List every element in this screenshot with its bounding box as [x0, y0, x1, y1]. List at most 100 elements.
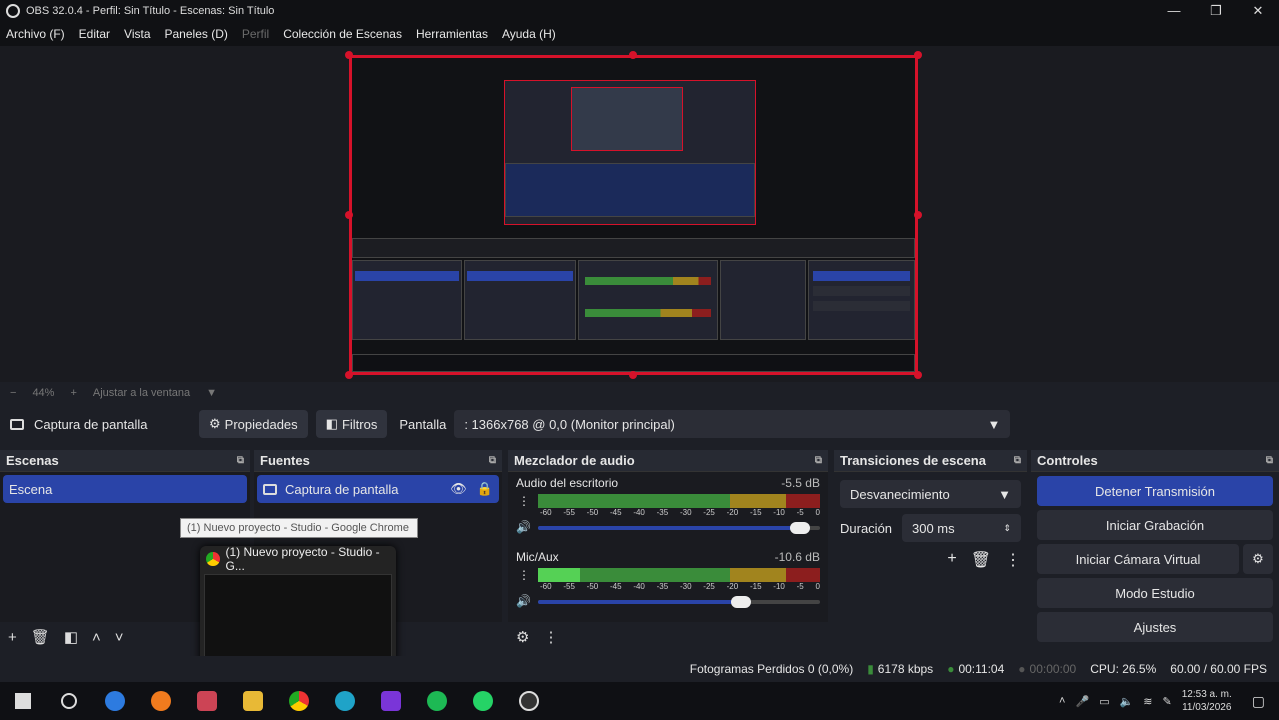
- volume-icon[interactable]: 🔈: [1120, 695, 1134, 708]
- whatsapp-icon[interactable]: [460, 682, 506, 720]
- screen-label: Pantalla: [399, 416, 447, 432]
- controls-title: Controles: [1037, 453, 1098, 468]
- menu-archivo[interactable]: Archivo (F): [6, 27, 65, 41]
- resize-handle-l[interactable]: [345, 211, 353, 219]
- transition-select[interactable]: Desvanecimiento ▼: [840, 480, 1021, 508]
- resize-handle-b[interactable]: [629, 371, 637, 379]
- undock-icon[interactable]: ⧉: [815, 455, 822, 466]
- start-recording-button[interactable]: Iniciar Grabación: [1037, 510, 1273, 540]
- fit-to-window[interactable]: Ajustar a la ventana: [93, 387, 190, 399]
- source-toolbar: Captura de pantalla ⚙ Propiedades ◧ Filt…: [0, 404, 1279, 444]
- trash-icon[interactable]: 🗑: [31, 628, 50, 646]
- screen-select[interactable]: : 1366x768 @ 0,0 (Monitor principal) ▼: [454, 410, 1011, 438]
- menu-ayuda[interactable]: Ayuda (H): [502, 27, 556, 41]
- preview-canvas[interactable]: [349, 55, 918, 375]
- resize-handle-tr[interactable]: [914, 51, 922, 59]
- sources-title: Fuentes: [260, 453, 310, 468]
- notifications-icon[interactable]: ▢: [1252, 693, 1265, 710]
- signal-bars-icon: ▮: [867, 662, 874, 676]
- maximize-button[interactable]: ❐: [1195, 0, 1237, 22]
- clipchamp-icon[interactable]: [368, 682, 414, 720]
- kebab-menu-icon[interactable]: ⋮: [518, 494, 530, 508]
- volume-meter: [538, 568, 820, 582]
- volume-slider[interactable]: [538, 596, 820, 608]
- clock[interactable]: 12:53 a. m. 11/03/2026: [1182, 688, 1232, 714]
- media-player-icon[interactable]: [184, 682, 230, 720]
- list-item[interactable]: Captura de pantalla 👁 🔒: [257, 475, 499, 503]
- filter-icon[interactable]: ◧: [64, 628, 78, 646]
- zoom-out-button[interactable]: −: [10, 387, 16, 399]
- transitions-body: Desvanecimiento ▼ Duración 300 ms ⇕ + 🗑 …: [840, 480, 1021, 570]
- menu-herramientas[interactable]: Herramientas: [416, 27, 488, 41]
- close-button[interactable]: ✕: [1237, 0, 1279, 22]
- settings-button[interactable]: Ajustes: [1037, 612, 1273, 642]
- transitions-dock: Transiciones de escena ⧉ Desvanecimiento…: [834, 450, 1027, 652]
- speaker-icon[interactable]: 🔊: [516, 594, 531, 608]
- menu-editar[interactable]: Editar: [79, 27, 110, 41]
- menu-perfil[interactable]: Perfil: [242, 27, 269, 41]
- chevron-down-icon: ▼: [987, 416, 1001, 432]
- file-explorer-icon[interactable]: [230, 682, 276, 720]
- lock-icon[interactable]: 🔒: [477, 481, 493, 497]
- filters-button[interactable]: ◧ Filtros: [315, 410, 388, 438]
- chevron-down-icon[interactable]: ▼: [206, 387, 217, 399]
- chrome-icon[interactable]: [276, 682, 322, 720]
- add-icon[interactable]: +: [8, 629, 17, 646]
- menu-paneles[interactable]: Paneles (D): [165, 27, 228, 41]
- speaker-icon[interactable]: 🔊: [516, 520, 531, 534]
- kebab-menu-icon[interactable]: ⋮: [1005, 550, 1021, 570]
- trash-icon[interactable]: 🗑: [971, 550, 991, 570]
- search-icon[interactable]: [46, 682, 92, 720]
- spotify-icon[interactable]: [414, 682, 460, 720]
- menu-coleccion-escenas[interactable]: Colección de Escenas: [283, 27, 402, 41]
- resize-handle-t[interactable]: [629, 51, 637, 59]
- wifi-icon[interactable]: ≋: [1143, 695, 1152, 708]
- minimize-button[interactable]: —: [1153, 0, 1195, 22]
- undock-icon[interactable]: ⧉: [1014, 455, 1021, 466]
- list-item[interactable]: Escena: [3, 475, 247, 503]
- gear-icon[interactable]: ⚙: [1243, 544, 1273, 574]
- title-bar: OBS 32.0.4 - Perfil: Sin Título - Escena…: [0, 0, 1279, 22]
- start-virtual-camera-button[interactable]: Iniciar Cámara Virtual: [1037, 544, 1239, 574]
- obs-icon[interactable]: [506, 682, 552, 720]
- scenes-dock-header: Escenas ⧉: [0, 450, 250, 472]
- chevron-down-icon[interactable]: ˅: [115, 629, 124, 646]
- pen-icon[interactable]: ✎: [1163, 695, 1172, 708]
- mixer-dock-header: Mezclador de audio ⧉: [508, 450, 828, 472]
- edge-legacy-icon[interactable]: [92, 682, 138, 720]
- windows-start-icon[interactable]: [0, 682, 46, 720]
- kebab-menu-icon[interactable]: ⋮: [543, 628, 558, 646]
- undock-icon[interactable]: ⧉: [237, 455, 244, 466]
- chevron-up-icon[interactable]: ˄: [92, 629, 101, 646]
- add-icon[interactable]: +: [947, 550, 956, 570]
- undock-icon[interactable]: ⧉: [1266, 455, 1273, 466]
- stop-streaming-button[interactable]: Detener Transmisión: [1037, 476, 1273, 506]
- zoom-in-button[interactable]: +: [70, 387, 76, 399]
- battery-icon[interactable]: ▭: [1099, 695, 1109, 708]
- duration-spinbox[interactable]: 300 ms ⇕: [902, 514, 1021, 542]
- sources-dock-header: Fuentes ⧉: [254, 450, 502, 472]
- studio-mode-button[interactable]: Modo Estudio: [1037, 578, 1273, 608]
- microphone-icon[interactable]: 🎤: [1075, 695, 1089, 708]
- undock-icon[interactable]: ⧉: [489, 455, 496, 466]
- obs-logo-icon: [6, 4, 20, 18]
- kebab-menu-icon[interactable]: ⋮: [518, 568, 530, 582]
- resize-handle-bl[interactable]: [345, 371, 353, 379]
- eye-icon[interactable]: 👁: [450, 481, 467, 497]
- chevron-up-icon[interactable]: ˄: [1059, 695, 1065, 707]
- menu-vista[interactable]: Vista: [124, 27, 150, 41]
- resize-handle-tl[interactable]: [345, 51, 353, 59]
- advanced-audio-icon[interactable]: ⚙: [516, 628, 529, 646]
- edge-icon[interactable]: [322, 682, 368, 720]
- resize-handle-br[interactable]: [914, 371, 922, 379]
- spin-arrows-icon[interactable]: ⇕: [1003, 523, 1011, 534]
- properties-button[interactable]: ⚙ Propiedades: [199, 410, 308, 438]
- meter-ticks: -60 -55 -50 -45 -40 -35 -30 -25 -20 -15 -10 -5 0: [540, 508, 820, 517]
- resize-handle-r[interactable]: [914, 211, 922, 219]
- window-title: OBS 32.0.4 - Perfil: Sin Título - Escena…: [26, 5, 275, 17]
- duration-label: Duración: [840, 520, 893, 536]
- duration-value: 300 ms: [912, 520, 955, 536]
- firefox-icon[interactable]: [138, 682, 184, 720]
- volume-slider[interactable]: [538, 522, 820, 534]
- nested-scenes: [352, 260, 462, 340]
